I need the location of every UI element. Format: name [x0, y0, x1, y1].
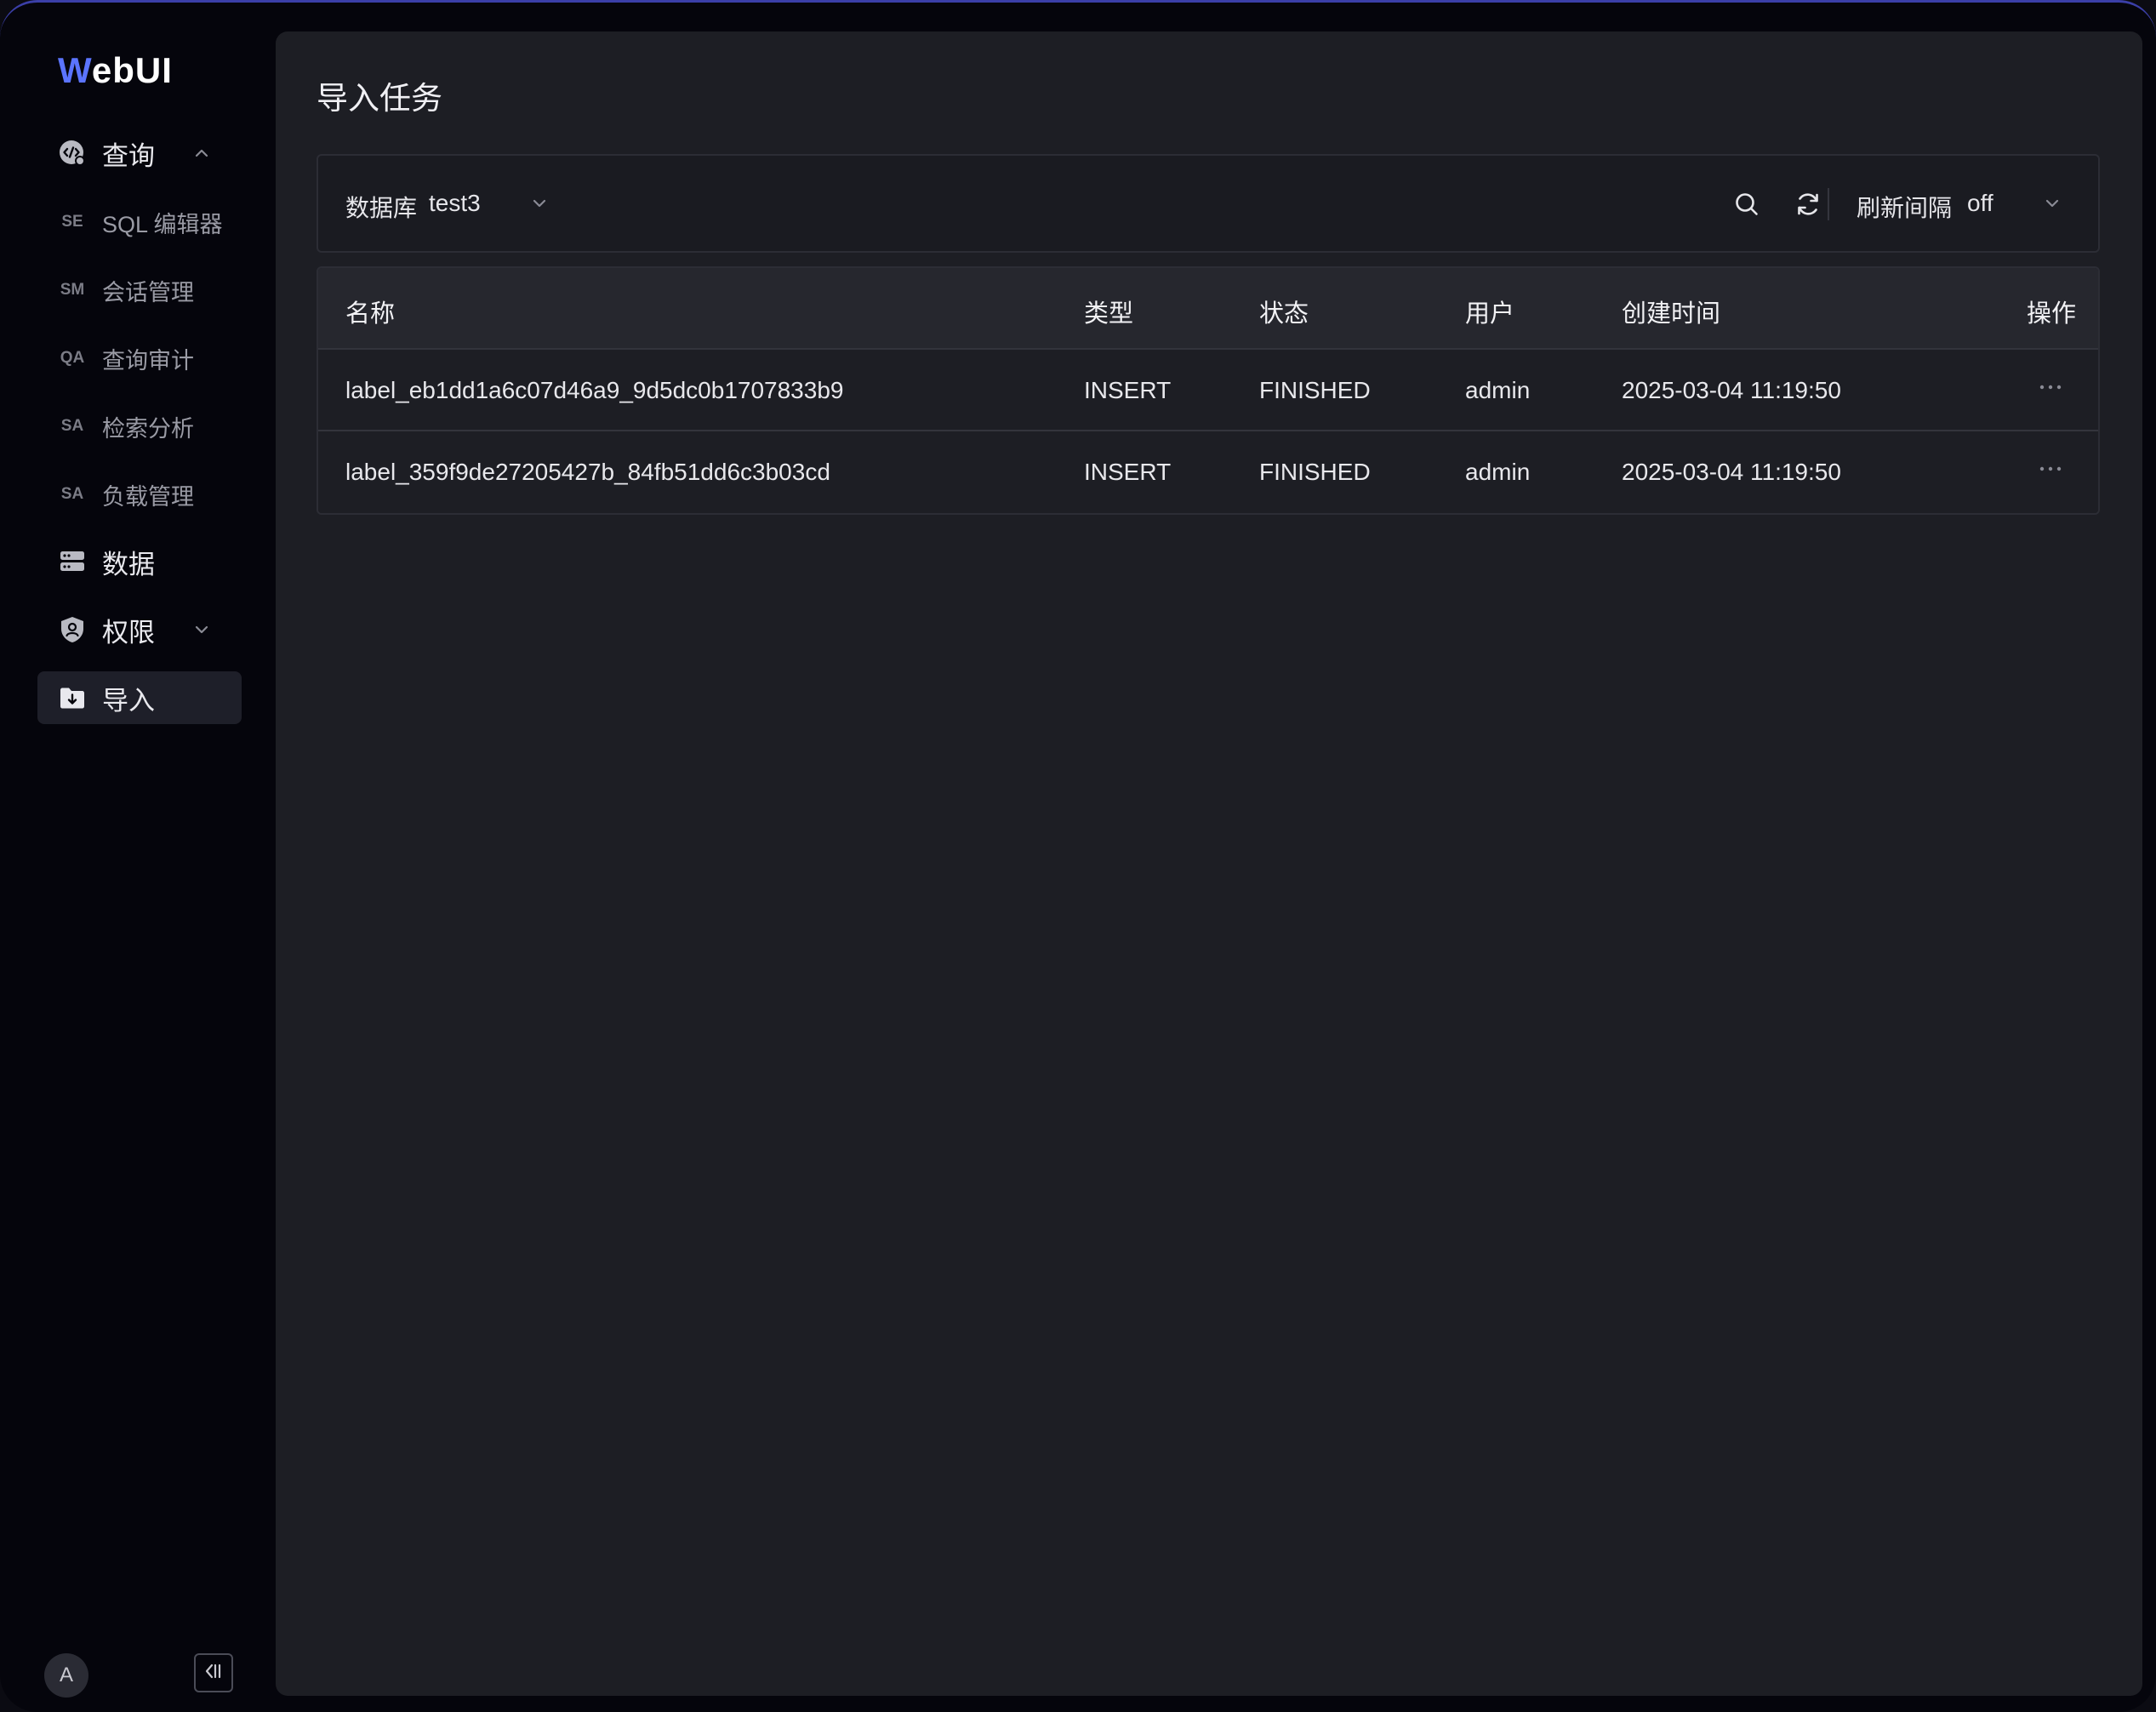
cell-user: admin: [1465, 459, 1531, 485]
sidebar-item-query-label: 查询: [102, 140, 155, 171]
main-panel: 导入任务 数据库 test3 刷新间隔 off 名称 类型 状态 用户 创建时间…: [276, 31, 2142, 1696]
sidebar-item-query[interactable]: 查询: [37, 127, 242, 180]
cell-name: label_eb1dd1a6c07d46a9_9d5dc0b1707833b9: [345, 377, 844, 403]
table-row[interactable]: label_eb1dd1a6c07d46a9_9d5dc0b1707833b9 …: [318, 350, 2098, 431]
sidebar-subitem-label: SQL 编辑器: [102, 211, 223, 237]
sidebar-item-permissions-label: 权限: [102, 617, 155, 648]
chevron-down-icon[interactable]: [191, 619, 213, 641]
column-header-user: 用户: [1465, 300, 1515, 328]
database-select[interactable]: test3: [429, 190, 481, 217]
sidebar-subitem-abbr: SA: [60, 485, 84, 503]
sidebar-subitem-abbr: SE: [61, 213, 83, 231]
chevron-up-icon[interactable]: [191, 142, 213, 164]
sidebar-subitem-query-audit[interactable]: QA 查询审计: [37, 333, 242, 384]
column-header-type: 类型: [1084, 300, 1134, 328]
cell-created: 2025-03-04 11:19:50: [1622, 377, 1841, 403]
toolbar-divider: [1828, 188, 1829, 220]
sidebar-subitem-label: 查询审计: [102, 347, 194, 374]
app-window: WebUI 查询 SE SQL 编辑器 SM 会话管理 QA 查询审计 SA 检…: [0, 0, 2156, 1712]
sidebar-subitem-abbr: SA: [60, 417, 84, 435]
database-select-label: 数据库: [345, 195, 418, 221]
cell-status: FINISHED: [1259, 377, 1371, 403]
sidebar-subitem-abbr: QA: [60, 349, 85, 367]
cell-type: INSERT: [1084, 459, 1172, 485]
sidebar-subitem-label: 会话管理: [102, 279, 194, 305]
cell-type: INSERT: [1084, 377, 1172, 403]
cell-created: 2025-03-04 11:19:50: [1622, 459, 1841, 485]
more-actions-icon[interactable]: [2033, 370, 2068, 404]
column-header-name: 名称: [345, 300, 396, 328]
chevron-down-icon[interactable]: [528, 191, 551, 215]
sidebar-subitem-sql-editor[interactable]: SE SQL 编辑器: [37, 197, 242, 248]
sidebar-item-data[interactable]: 数据: [37, 535, 242, 588]
column-header-created: 创建时间: [1622, 300, 1721, 328]
table-header: 名称 类型 状态 用户 创建时间 操作: [318, 268, 2098, 350]
table-row[interactable]: label_359f9de27205427b_84fb51dd6c3b03cd …: [318, 431, 2098, 513]
sidebar-subitem-label: 负载管理: [102, 483, 194, 510]
sidebar-item-permissions[interactable]: 权限: [37, 603, 242, 656]
sidebar-subitem-label: 检索分析: [102, 415, 194, 442]
sidebar-item-import-label: 导入: [102, 685, 155, 716]
import-tasks-table: 名称 类型 状态 用户 创建时间 操作 label_eb1dd1a6c07d46…: [317, 266, 2100, 515]
sidebar-item-data-label: 数据: [102, 549, 155, 579]
sidebar-subitem-abbr: SM: [60, 281, 85, 299]
shield-user-icon: [58, 615, 87, 644]
chevron-down-icon[interactable]: [2040, 191, 2064, 215]
refresh-interval-select[interactable]: off: [1967, 190, 1993, 217]
collapse-sidebar-button[interactable]: [194, 1653, 233, 1692]
avatar[interactable]: A: [44, 1653, 88, 1698]
logo-w: W: [58, 50, 92, 90]
logo: WebUI: [58, 50, 173, 91]
collapse-icon: [202, 1660, 225, 1686]
database-icon: [58, 547, 87, 576]
page-title: 导入任务: [317, 81, 442, 116]
refresh-icon[interactable]: [1792, 188, 1824, 220]
search-icon[interactable]: [1731, 188, 1763, 220]
sidebar-item-import[interactable]: 导入: [37, 671, 242, 724]
folder-import-icon: [58, 683, 87, 712]
column-header-status: 状态: [1259, 300, 1309, 328]
cell-status: FINISHED: [1259, 459, 1371, 485]
refresh-interval-label: 刷新间隔: [1857, 195, 1953, 221]
toolbar: 数据库 test3 刷新间隔 off: [317, 154, 2100, 253]
cell-user: admin: [1465, 377, 1531, 403]
cell-name: label_359f9de27205427b_84fb51dd6c3b03cd: [345, 459, 830, 485]
sidebar-subitem-session-management[interactable]: SM 会话管理: [37, 265, 242, 316]
code-search-icon: [58, 139, 87, 168]
sidebar-subitem-search-analysis[interactable]: SA 检索分析: [37, 401, 242, 452]
column-header-actions: 操作: [2027, 300, 2077, 328]
more-actions-icon[interactable]: [2033, 452, 2068, 486]
sidebar: WebUI 查询 SE SQL 编辑器 SM 会话管理 QA 查询审计 SA 检…: [0, 3, 276, 1712]
sidebar-subitem-workload-management[interactable]: SA 负载管理: [37, 469, 242, 520]
logo-text: ebUI: [91, 50, 173, 90]
